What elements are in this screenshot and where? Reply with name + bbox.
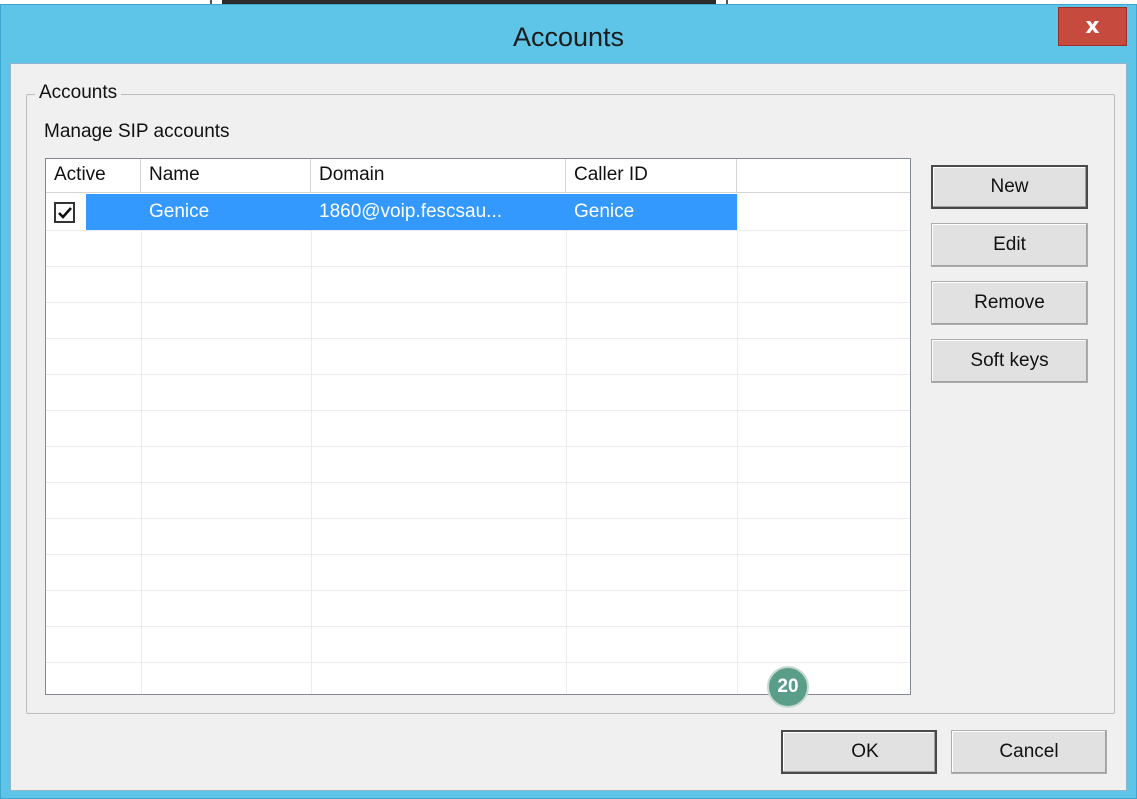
- active-checkbox[interactable]: [54, 202, 75, 223]
- row-divider: [46, 230, 910, 231]
- name-cell: Genice: [141, 194, 311, 230]
- row-divider: [46, 482, 910, 483]
- column-header-caller-id[interactable]: Caller ID: [566, 159, 737, 193]
- dialog-client-area: Accounts Manage SIP accounts Active Name…: [10, 63, 1127, 791]
- column-header-filler: [737, 159, 910, 193]
- new-button[interactable]: New: [931, 165, 1088, 209]
- column-divider: [566, 194, 567, 694]
- active-cell-selection: [86, 194, 141, 230]
- ok-button[interactable]: OK: [781, 730, 937, 774]
- row-divider: [46, 374, 910, 375]
- checkmark-icon: [57, 206, 72, 219]
- row-divider: [46, 518, 910, 519]
- row-divider: [46, 554, 910, 555]
- row-divider: [46, 626, 910, 627]
- step-badge: 20: [767, 666, 809, 708]
- close-icon: x: [1085, 14, 1100, 39]
- column-header-active[interactable]: Active: [46, 159, 141, 193]
- domain-cell: 1860@voip.fescsau...: [311, 194, 566, 230]
- column-divider: [141, 194, 142, 694]
- active-cell: [46, 194, 86, 230]
- cancel-button[interactable]: Cancel: [951, 730, 1107, 774]
- list-body: Genice 1860@voip.fescsau... Genice: [46, 194, 910, 694]
- row-divider: [46, 410, 910, 411]
- accounts-dialog: Accounts x Accounts Manage SIP accounts …: [0, 4, 1137, 799]
- list-header: Active Name Domain Caller ID: [46, 159, 910, 193]
- column-header-domain[interactable]: Domain: [311, 159, 566, 193]
- accounts-list[interactable]: Active Name Domain Caller ID Genice 1860…: [45, 158, 911, 695]
- soft-keys-button[interactable]: Soft keys: [931, 339, 1088, 383]
- close-button[interactable]: x: [1058, 7, 1127, 46]
- column-divider: [737, 194, 738, 694]
- window-title: Accounts: [512, 22, 625, 52]
- remove-button[interactable]: Remove: [931, 281, 1088, 325]
- row-divider: [46, 446, 910, 447]
- row-divider: [46, 302, 910, 303]
- table-row[interactable]: Genice 1860@voip.fescsau... Genice: [46, 194, 738, 230]
- groupbox-subtitle: Manage SIP accounts: [44, 121, 230, 142]
- row-divider: [46, 590, 910, 591]
- groupbox-legend: Accounts: [35, 82, 122, 104]
- row-divider: [46, 662, 910, 663]
- accounts-groupbox: Accounts Manage SIP accounts Active Name…: [26, 82, 1115, 714]
- row-divider: [46, 338, 910, 339]
- column-divider: [311, 194, 312, 694]
- edit-button[interactable]: Edit: [931, 223, 1088, 267]
- column-header-name[interactable]: Name: [141, 159, 311, 193]
- row-divider: [46, 266, 910, 267]
- caller-id-cell: Genice: [566, 194, 737, 230]
